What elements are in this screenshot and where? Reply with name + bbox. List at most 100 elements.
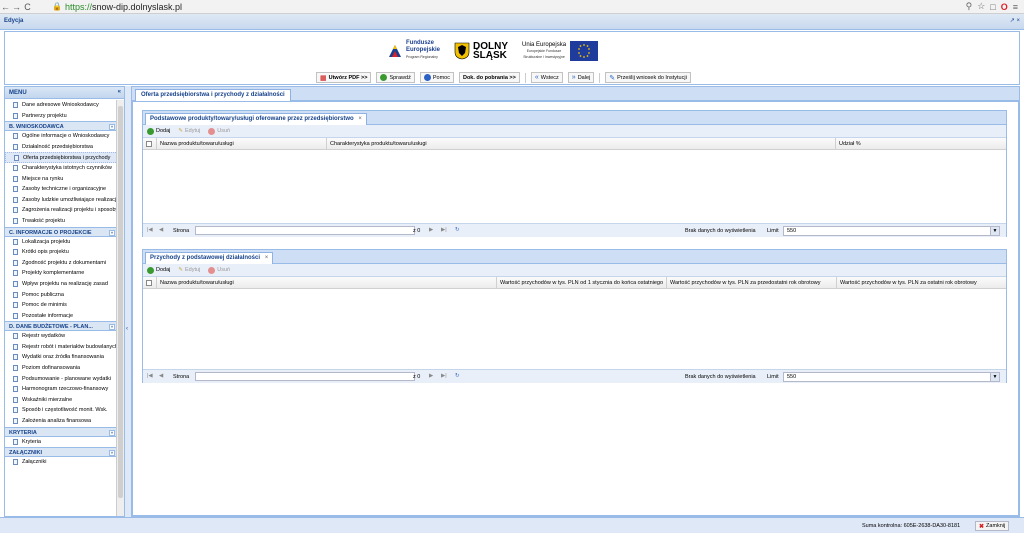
menu-group-header[interactable]: C. INFORMACJE O PROJEKCIE ˄ [5, 226, 118, 237]
forward-arrow-icon[interactable]: → [11, 1, 22, 13]
limit-select[interactable]: 550 ▼ [783, 372, 1000, 382]
sidebar-item[interactable]: Harmonogram rzeczowo-finansowy [5, 384, 118, 395]
sidebar-item[interactable]: Zagrożenia realizacji projektu i sposoby [5, 205, 118, 216]
collapse-arrow-icon[interactable]: ‹ [126, 326, 128, 332]
sidebar-item[interactable]: Załączniki [5, 457, 118, 468]
first-page-icon[interactable]: |◀ [147, 373, 153, 379]
col-product-description[interactable]: Charakterystyka produktu/towaru/usługi [327, 138, 836, 150]
first-page-icon[interactable]: |◀ [147, 227, 153, 233]
sidebar-item[interactable]: Ogólne informacje o Wnioskodawcy [5, 131, 118, 142]
doc-icon[interactable]: □ [990, 2, 995, 12]
menu-group-header[interactable]: ZAŁĄCZNIKI ˄ [5, 447, 118, 458]
page-number-input[interactable] [195, 226, 415, 235]
close-button[interactable]: ✖ Zamknij [975, 521, 1010, 531]
select-all-cell[interactable] [143, 138, 157, 150]
page-number-input[interactable] [195, 372, 415, 381]
download-docs-button[interactable]: Dok. do pobrania >> [458, 72, 520, 83]
last-page-icon[interactable]: ▶| [441, 227, 447, 233]
col-product-name[interactable]: Nazwa produktu/towaru/usługi [157, 138, 327, 150]
prev-page-icon[interactable]: ◀ [159, 373, 163, 379]
tab-revenue[interactable]: Przychody z podstawowej działalności × [145, 252, 274, 264]
sidebar-item[interactable]: Wskaźniki mierzalne [5, 395, 118, 406]
sidebar-item[interactable]: Krótki opis projektu [5, 247, 118, 258]
last-page-icon[interactable]: ▶| [441, 373, 447, 379]
select-all-checkbox[interactable] [146, 280, 152, 286]
refresh-icon[interactable]: ↻ [455, 227, 460, 233]
delete-product-button[interactable]: Usuń [206, 126, 232, 136]
edit-product-button[interactable]: ✎ Edytuj [176, 126, 202, 136]
sidebar-item[interactable]: Oferta przedsiębiorstwa i przychody [5, 152, 118, 163]
add-revenue-button[interactable]: Dodaj [145, 265, 172, 275]
collapse-group-icon[interactable]: ˄ [109, 324, 115, 331]
reload-icon[interactable]: C [22, 1, 33, 13]
delete-revenue-button[interactable]: Usuń [206, 265, 232, 275]
add-product-button[interactable]: Dodaj [145, 126, 172, 136]
sidebar-item[interactable]: Rejestr robót i materiałów budowlanych [5, 342, 118, 353]
close-tab-icon[interactable]: × [265, 255, 269, 261]
collapse-group-icon[interactable]: ˄ [109, 229, 115, 236]
opera-icon[interactable]: O [1001, 2, 1008, 12]
sidebar-item[interactable]: Zasoby techniczne i organizacyjne [5, 184, 118, 195]
sidebar-item[interactable]: Pozostałe informacje [5, 311, 118, 322]
chevron-down-icon[interactable]: ▼ [990, 227, 999, 235]
sidebar-item[interactable]: Kryteria [5, 437, 118, 448]
menu-group-header[interactable]: D. DANE BUDŻETOWE - PLAN... ˄ [5, 321, 118, 332]
help-button[interactable]: Pomoc [419, 72, 454, 83]
create-pdf-button[interactable]: ▦ Utwórz PDF >> [316, 72, 372, 83]
chevron-down-icon[interactable]: ▼ [990, 373, 999, 381]
tab-products[interactable]: Podstawowe produkty/towary/usługi oferow… [145, 113, 367, 125]
col-product-name[interactable]: Nazwa produktu/towaru/usługi [157, 277, 497, 289]
sidebar-item[interactable]: Sposób i częstotliwość monit. Wsk. [5, 405, 118, 416]
sidebar-item[interactable]: Partnerzy projektu [5, 111, 118, 122]
sidebar-item[interactable]: Wydatki oraz źródła finansowania [5, 352, 118, 363]
col-share-percent[interactable]: Udział % [836, 138, 1008, 150]
sidebar-scrollbar[interactable] [116, 100, 124, 516]
select-all-checkbox[interactable] [146, 141, 152, 147]
back-arrow-icon[interactable]: ← [0, 1, 11, 13]
address-bar[interactable]: 🔒 https:// snow-dip.dolnyslask.pl [52, 1, 952, 12]
sidebar-item[interactable]: Pomoc de minimis [5, 300, 118, 311]
collapse-group-icon[interactable]: ˄ [109, 429, 115, 436]
send-application-button[interactable]: ✎ Prześlij wniosek do Instytucji [605, 72, 691, 83]
sidebar-item[interactable]: Wpływ projektu na realizację zasad [5, 279, 118, 290]
select-all-cell[interactable] [143, 277, 157, 289]
bookmark-star-icon[interactable]: ☆ [977, 1, 985, 12]
sidebar-item[interactable]: Poziom dofinansowania [5, 363, 118, 374]
prev-page-icon[interactable]: ◀ [159, 227, 163, 233]
menu-group-header[interactable]: B. WNIOSKODAWCA ˄ [5, 121, 118, 132]
col-revenue-prev-year[interactable]: Wartość przychodów w tys. PLN za przedos… [667, 277, 837, 289]
back-button[interactable]: « Wstecz [530, 72, 563, 83]
sidebar-item[interactable]: Trwałość projektu [5, 216, 118, 227]
edit-revenue-button[interactable]: ✎ Edytuj [176, 265, 202, 275]
sidebar-item[interactable]: Podsumowanie - planowane wydatki [5, 374, 118, 385]
sidebar-item[interactable]: Miejsce na rynku [5, 174, 118, 185]
sidebar-item[interactable]: Pomoc publiczna [5, 290, 118, 301]
sidebar-item[interactable]: Założenia analiza finansowa [5, 416, 118, 427]
menu-icon[interactable]: ≡ [1013, 2, 1018, 12]
sidebar-item[interactable]: Rejestr wydatków [5, 331, 118, 342]
sidebar-item[interactable]: Charakterystyka istotnych czynników [5, 163, 118, 174]
sidebar-item[interactable]: Lokalizacja projektu [5, 237, 118, 248]
next-page-icon[interactable]: ▶ [429, 373, 433, 379]
sidebar-item[interactable]: Zgodność projektu z dokumentami [5, 258, 118, 269]
tab-oferta[interactable]: Oferta przedsiębiorstwa i przychody z dz… [135, 89, 291, 101]
collapse-menu-icon[interactable]: « [118, 89, 121, 95]
sidebar-item[interactable]: Działalność przedsiębiorstwa [5, 142, 118, 153]
col-revenue-ytd[interactable]: Wartość przychodów w tys. PLN od 1 stycz… [497, 277, 667, 289]
next-page-icon[interactable]: ▶ [429, 227, 433, 233]
menu-group-header[interactable]: KRYTERIA ˄ [5, 426, 118, 437]
collapse-group-icon[interactable]: ˄ [109, 124, 115, 131]
col-revenue-last-year[interactable]: Wartość przychodów w tys. PLN za ostatni… [837, 277, 1008, 289]
sidebar-item[interactable]: Projekty komplementarne [5, 268, 118, 279]
collapse-group-icon[interactable]: ˄ [109, 450, 115, 457]
refresh-icon[interactable]: ↻ [455, 373, 460, 379]
sidebar-item[interactable]: Zasoby ludzkie umożliwiające realizację [5, 195, 118, 206]
check-button[interactable]: Sprawdź [376, 72, 415, 83]
next-button[interactable]: » Dalej [567, 72, 595, 83]
close-tab-icon[interactable]: × [358, 116, 362, 122]
key-icon[interactable]: ⚲ [966, 1, 973, 12]
scrollbar-thumb[interactable] [118, 106, 123, 498]
limit-select[interactable]: 550 ▼ [783, 226, 1000, 236]
window-controls[interactable]: ↗ × [1010, 17, 1020, 24]
sidebar-item[interactable]: Dane adresowe Wnioskodawcy [5, 100, 118, 111]
